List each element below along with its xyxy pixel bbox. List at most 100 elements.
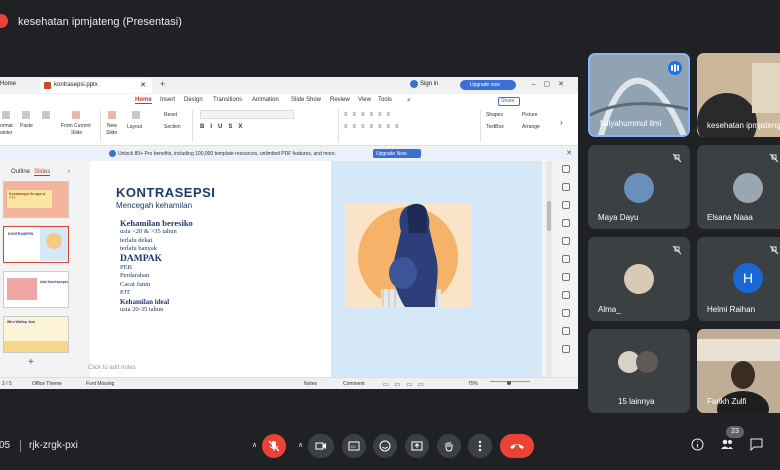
comment-toggle[interactable]: Comment <box>343 381 365 387</box>
share-button[interactable]: Share <box>498 97 520 106</box>
tab-kontrasepsi-file[interactable]: kontrasepsi.pptx ✕ <box>40 79 152 93</box>
tool-icon[interactable] <box>562 291 570 299</box>
window-controls[interactable]: –▢✕ <box>532 80 572 88</box>
more-options-button[interactable] <box>468 434 492 458</box>
thumb-sun-shape <box>46 233 62 249</box>
mic-off-icon <box>268 440 280 452</box>
upgrade-now-button[interactable]: Upgrade now <box>460 80 516 90</box>
scrollbar-thumb[interactable] <box>547 201 551 231</box>
menu-home[interactable]: Home <box>135 97 152 104</box>
view-mode-buttons[interactable]: ▭▭▭▭ <box>383 381 430 388</box>
from-current-slide-icon[interactable] <box>72 111 80 119</box>
collapse-pane-icon[interactable]: ‹ <box>68 169 70 175</box>
audio-options-chevron-icon[interactable]: ∧ <box>252 441 257 449</box>
thumb-1-title: Kontrasepsi itu apa si ??? <box>9 192 46 200</box>
tool-icon[interactable] <box>562 273 570 281</box>
picture-button[interactable]: Picture <box>522 112 538 118</box>
copy-icon[interactable] <box>42 111 50 119</box>
participant-tile-faliyahummul[interactable]: faliyahummul ilmi <box>588 53 690 137</box>
participant-tile-alma[interactable]: Alma_ <box>588 237 690 321</box>
font-missing-status[interactable]: Font Missing <box>86 381 114 387</box>
close-tab-icon[interactable]: ✕ <box>140 81 146 89</box>
shapes-button[interactable]: Shapes <box>486 112 503 118</box>
menu-insert[interactable]: Insert <box>160 97 175 103</box>
tool-icon[interactable] <box>562 345 570 353</box>
video-options-chevron-icon[interactable]: ∧ <box>298 441 303 449</box>
menu-animation[interactable]: Animation <box>252 97 279 103</box>
participant-name: Elsana Naaa <box>707 213 753 222</box>
layout-icon[interactable] <box>132 111 140 119</box>
menu-design[interactable]: Design <box>184 97 203 103</box>
microphone-off-button[interactable] <box>262 434 286 458</box>
tab-home[interactable]: Home <box>0 81 16 87</box>
menu-transitions[interactable]: Transitions <box>213 97 242 103</box>
alignment-buttons[interactable]: ≡≡≡≡≡≡≡ <box>344 124 404 130</box>
reset-button[interactable]: Reset <box>164 112 177 118</box>
section-button[interactable]: Section <box>164 124 181 130</box>
zoom-slider-knob[interactable] <box>507 381 511 385</box>
slide-canvas[interactable]: KONTRASEPSI Mencegah kehamilan Kehamilan… <box>90 161 542 389</box>
chat-icon[interactable] <box>750 438 763 451</box>
participant-tile-kesehatan[interactable]: kesehatan ipmjateng <box>697 53 780 137</box>
slide-thumbnail-1[interactable]: Kontrasepsi itu apa si ??? <box>3 181 69 218</box>
new-tab-icon[interactable]: + <box>160 79 165 89</box>
participant-tile-farikh[interactable]: Farikh Zulfi <box>697 329 780 413</box>
new-slide-icon[interactable] <box>108 111 116 119</box>
thumb-3-title: Alat Kontrasepsi <box>40 280 68 284</box>
zoom-level[interactable]: 75% <box>468 381 478 387</box>
tool-icon[interactable] <box>562 327 570 335</box>
font-style-buttons[interactable]: BIUSX <box>200 124 248 130</box>
format-painter-icon[interactable] <box>2 111 10 119</box>
search-icon[interactable]: ⌕ <box>407 97 411 105</box>
tool-icon[interactable] <box>562 183 570 191</box>
notes-placeholder[interactable]: Click to add notes <box>88 365 136 371</box>
upgrade-now-notice-button[interactable]: Upgrade Now <box>373 149 421 158</box>
menu-view[interactable]: View <box>358 97 371 103</box>
slide-thumbnail-4[interactable]: Who Wallop Jaro <box>3 316 69 353</box>
font-family-select[interactable] <box>200 110 294 119</box>
raise-hand-button[interactable] <box>437 434 461 458</box>
meeting-top-bar: kesehatan ipmjateng (Presentasi) <box>0 0 780 44</box>
tool-icon[interactable] <box>562 309 570 317</box>
ribbon-more-chevron-icon[interactable]: › <box>560 118 563 127</box>
textbox-button[interactable]: TextBox <box>486 124 504 130</box>
present-screen-button[interactable] <box>405 434 429 458</box>
menu-review[interactable]: Review <box>330 97 350 103</box>
tab-outline[interactable]: Outline <box>11 169 30 175</box>
slide-line: Cacat Janin <box>120 280 151 288</box>
meeting-info-icon[interactable] <box>691 438 704 451</box>
paste-icon[interactable] <box>22 111 30 119</box>
close-notice-icon[interactable]: ✕ <box>566 149 572 157</box>
leave-call-button[interactable] <box>500 434 534 458</box>
tool-icon[interactable] <box>562 255 570 263</box>
participant-tile-others[interactable]: 15 lainnya <box>588 329 690 413</box>
tool-icon[interactable] <box>562 165 570 173</box>
captions-button[interactable]: CC <box>342 434 366 458</box>
sign-in-link[interactable]: Sign in <box>420 81 438 87</box>
paragraph-buttons[interactable]: ≡≡≡≡≡≡ <box>344 112 395 118</box>
participant-tile-maya[interactable]: Maya Dayu <box>588 145 690 229</box>
camera-icon <box>315 442 326 450</box>
tool-icon[interactable] <box>562 237 570 245</box>
ppt-titlebar: Home kontrasepsi.pptx ✕ + Sign in Upgrad… <box>0 77 578 93</box>
presentation-window: Home kontrasepsi.pptx ✕ + Sign in Upgrad… <box>0 77 578 389</box>
notes-toggle[interactable]: Notes <box>304 381 317 387</box>
people-icon[interactable] <box>720 438 734 451</box>
participant-tile-elsana[interactable]: Elsana Naaa <box>697 145 780 229</box>
thumb-image-area <box>7 278 37 300</box>
add-slide-icon[interactable]: + <box>28 357 34 368</box>
menu-slide-show[interactable]: Slide Show <box>291 97 321 103</box>
participant-tile-helmi[interactable]: H Helmi Raihan <box>697 237 780 321</box>
layout-label[interactable]: Layout <box>127 124 142 130</box>
menu-tools[interactable]: Tools <box>378 97 392 103</box>
emoji-reaction-button[interactable] <box>373 434 397 458</box>
camera-button[interactable] <box>308 434 334 458</box>
tool-icon[interactable] <box>562 201 570 209</box>
pregnant-woman-illustration <box>345 203 471 307</box>
slide-thumbnail-2[interactable]: KONTRASEPSI <box>3 226 69 263</box>
arrange-button[interactable]: Arrange <box>522 124 540 130</box>
slide-thumbnail-3[interactable]: Alat Kontrasepsi <box>3 271 69 308</box>
tab-slides[interactable]: Slides <box>34 169 51 176</box>
slide-vertical-scrollbar[interactable] <box>546 161 552 389</box>
tool-icon[interactable] <box>562 219 570 227</box>
